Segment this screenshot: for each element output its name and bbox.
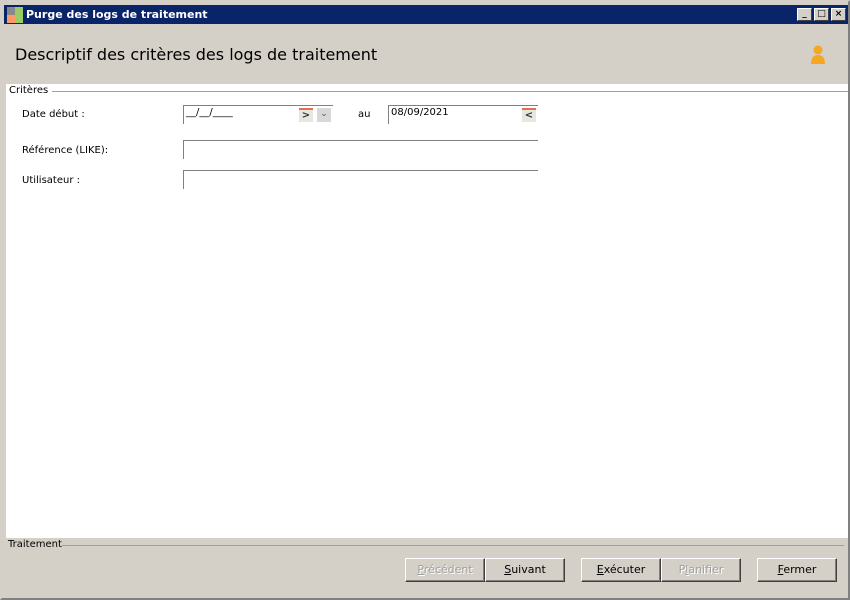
to-label: au [358,109,371,120]
criteria-panel: Critères Date début : __/__/____ > ⌄ au … [6,84,848,538]
header: Descriptif des critères des logs de trai… [4,24,848,84]
date-end-input[interactable]: 08/09/2021 [388,105,538,124]
page-title: Descriptif des critères des logs de trai… [15,45,378,64]
next-button[interactable]: Suivant [485,558,565,582]
previous-button[interactable]: Précédent [405,558,485,582]
title-bar[interactable]: Purge des logs de traitement _ □ × [4,5,848,24]
reference-label: Référence (LIKE): [22,145,109,156]
reference-input[interactable] [183,140,538,159]
minimize-button[interactable]: _ [797,8,812,21]
date-start-label: Date début : [22,109,85,120]
footer-divider [62,545,844,546]
criteria-legend: Critères [9,85,53,96]
date-start-value: __/__/____ [186,107,233,118]
date-end-value: 08/09/2021 [391,107,449,118]
maximize-button[interactable]: □ [814,8,829,21]
dialog-window: Purge des logs de traitement _ □ × Descr… [0,0,850,600]
window-title: Purge des logs de traitement [26,8,208,21]
close-button[interactable]: × [831,8,846,21]
user-label: Utilisateur : [22,175,80,186]
close-dialog-button[interactable]: Fermer [757,558,837,582]
app-icon [7,7,23,23]
user-icon [811,45,825,64]
calendar-next-icon[interactable]: > [299,108,313,122]
user-input[interactable] [183,170,538,189]
calendar-prev-icon[interactable]: < [522,108,536,122]
schedule-button[interactable]: Planifier [661,558,741,582]
footer-legend: Traitement [8,539,62,550]
chevron-down-icon[interactable]: ⌄ [317,108,331,122]
criteria-divider [48,91,848,92]
execute-button[interactable]: Exécuter [581,558,661,582]
